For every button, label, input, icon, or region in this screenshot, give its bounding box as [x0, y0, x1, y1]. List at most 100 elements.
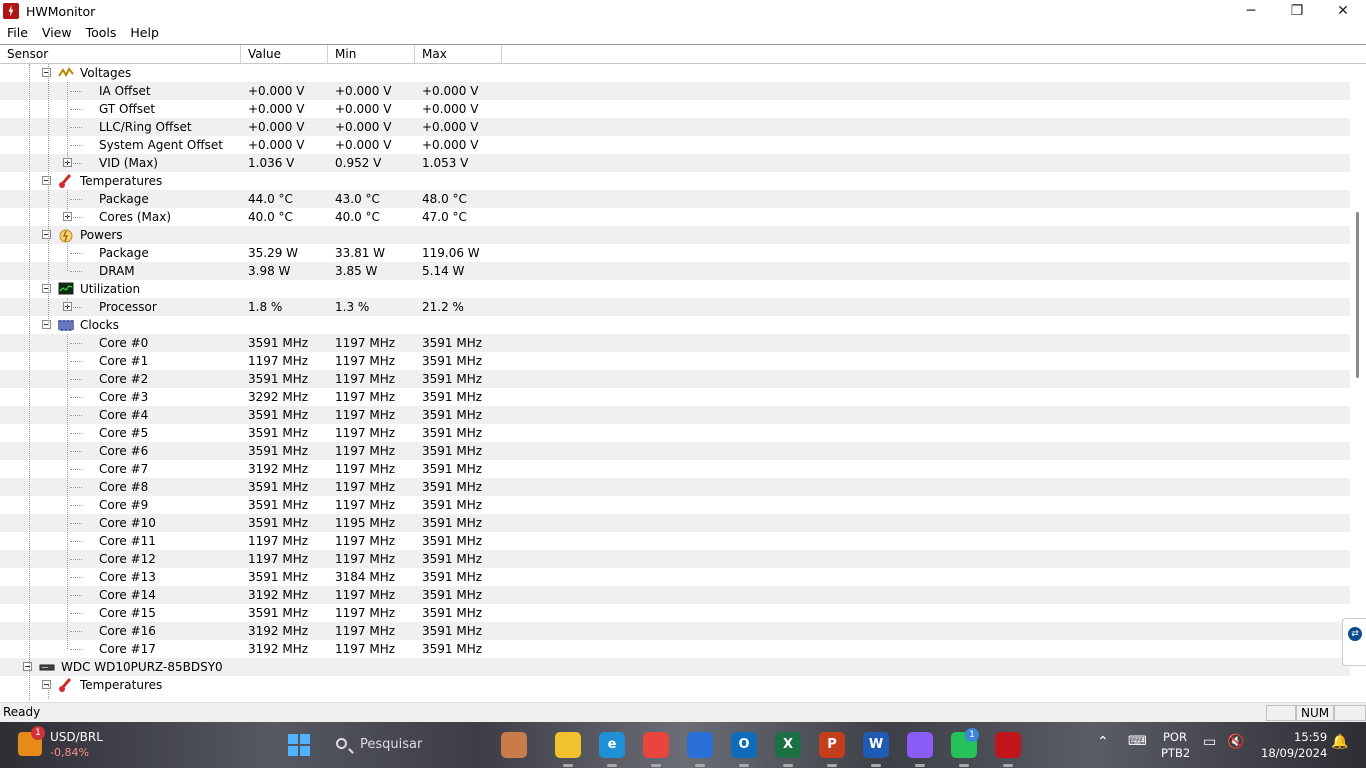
- sensor-label: Core #14: [99, 588, 156, 602]
- tree-group-row[interactable]: Temperatures: [0, 676, 1350, 694]
- app-letter: [907, 732, 933, 758]
- vertical-scrollbar[interactable]: [1350, 64, 1366, 700]
- sensor-max: 119.06 W: [422, 246, 480, 260]
- collapse-icon[interactable]: [42, 68, 51, 77]
- sensor-row[interactable]: Cores (Max) 40.0 °C 40.0 °C 47.0 °C: [0, 208, 1350, 226]
- clock-time[interactable]: 15:59: [1294, 730, 1327, 744]
- collapse-icon[interactable]: [42, 176, 51, 185]
- outlook-icon[interactable]: O: [731, 732, 757, 758]
- collapse-icon[interactable]: [42, 680, 51, 689]
- sensor-row[interactable]: DRAM 3.98 W 3.85 W 5.14 W: [0, 262, 1350, 280]
- window-controls: ─ ❐ ✕: [1228, 0, 1366, 22]
- menu-help[interactable]: Help: [123, 22, 166, 44]
- teamviewer-side-tab[interactable]: ⇄: [1342, 618, 1366, 666]
- column-header-max[interactable]: Max: [415, 45, 502, 63]
- column-header-sensor[interactable]: Sensor: [0, 45, 241, 63]
- sensor-max: 3591 MHz: [422, 498, 483, 512]
- tree-group-row[interactable]: WDC WD10PURZ-85BDSY0: [0, 658, 1350, 676]
- sensor-row[interactable]: Core #14 3192 MHz 1197 MHz 3591 MHz: [0, 586, 1350, 604]
- sensor-row[interactable]: Core #10 3591 MHz 1195 MHz 3591 MHz: [0, 514, 1350, 532]
- sensor-label: Core #16: [99, 624, 156, 638]
- network-icon[interactable]: ▭: [1203, 734, 1216, 750]
- sensor-value: 40.0 °C: [248, 210, 293, 224]
- start-button[interactable]: [288, 734, 310, 756]
- edge-icon[interactable]: e: [599, 732, 625, 758]
- sensor-row[interactable]: Core #7 3192 MHz 1197 MHz 3591 MHz: [0, 460, 1350, 478]
- sensor-row[interactable]: Core #6 3591 MHz 1197 MHz 3591 MHz: [0, 442, 1350, 460]
- scrollbar-thumb[interactable]: [1356, 212, 1359, 378]
- sensor-value: +0.000 V: [248, 120, 305, 134]
- tree-guide-line: [67, 298, 68, 307]
- tree-group-row[interactable]: Voltages: [0, 64, 1350, 82]
- volume-muted-icon[interactable]: 🔇: [1227, 734, 1244, 750]
- sensor-row[interactable]: VID (Max) 1.036 V 0.952 V 1.053 V: [0, 154, 1350, 172]
- minimize-button[interactable]: ─: [1228, 0, 1274, 22]
- copilot-icon[interactable]: [907, 732, 933, 758]
- tree-group-row[interactable]: Clocks: [0, 316, 1350, 334]
- hwmonitor-icon[interactable]: [995, 732, 1021, 758]
- sensor-row[interactable]: GT Offset +0.000 V +0.000 V +0.000 V: [0, 100, 1350, 118]
- collapse-icon[interactable]: [42, 284, 51, 293]
- sensor-row[interactable]: System Agent Offset +0.000 V +0.000 V +0.00…: [0, 136, 1350, 154]
- tree-group-row[interactable]: Utilization: [0, 280, 1350, 298]
- sensor-value: 3292 MHz: [248, 390, 309, 404]
- tree-guide-line: [67, 244, 68, 271]
- menu-tools[interactable]: Tools: [79, 22, 124, 44]
- file-explorer-icon[interactable]: [555, 732, 581, 758]
- notification-bell-icon[interactable]: 🔔: [1331, 734, 1348, 750]
- sensor-row[interactable]: Core #13 3591 MHz 3184 MHz 3591 MHz: [0, 568, 1350, 586]
- stock-widget[interactable]: 1 USD/BRL -0,84%: [16, 726, 176, 762]
- menu-file[interactable]: File: [0, 22, 35, 44]
- powerpoint-icon[interactable]: P: [819, 732, 845, 758]
- sensor-max: 3591 MHz: [422, 426, 483, 440]
- close-button[interactable]: ✕: [1320, 0, 1366, 22]
- word-icon[interactable]: W: [863, 732, 889, 758]
- excel-icon[interactable]: X: [775, 732, 801, 758]
- maximize-button[interactable]: ❐: [1274, 0, 1320, 22]
- sensor-label: Core #1: [99, 354, 149, 368]
- sensor-row[interactable]: Core #8 3591 MHz 1197 MHz 3591 MHz: [0, 478, 1350, 496]
- sensor-value: 3591 MHz: [248, 444, 309, 458]
- sensor-label: Core #9: [99, 498, 149, 512]
- keyboard-layout-indicator[interactable]: PTB2: [1161, 746, 1190, 760]
- sensor-row[interactable]: Core #17 3192 MHz 1197 MHz 3591 MHz: [0, 640, 1350, 658]
- sensor-row[interactable]: Core #16 3192 MHz 1197 MHz 3591 MHz: [0, 622, 1350, 640]
- column-header-min[interactable]: Min: [328, 45, 415, 63]
- sensor-row[interactable]: Core #1 1197 MHz 1197 MHz 3591 MHz: [0, 352, 1350, 370]
- sensor-row[interactable]: Core #5 3591 MHz 1197 MHz 3591 MHz: [0, 424, 1350, 442]
- column-header-value[interactable]: Value: [241, 45, 328, 63]
- language-indicator[interactable]: POR: [1163, 730, 1187, 744]
- collapse-icon[interactable]: [23, 662, 32, 671]
- sensor-row[interactable]: Core #4 3591 MHz 1197 MHz 3591 MHz: [0, 406, 1350, 424]
- tree-group-row[interactable]: Powers: [0, 226, 1350, 244]
- sensor-row[interactable]: IA Offset +0.000 V +0.000 V +0.000 V: [0, 82, 1350, 100]
- sensor-row[interactable]: Core #9 3591 MHz 1197 MHz 3591 MHz: [0, 496, 1350, 514]
- collapse-icon[interactable]: [42, 320, 51, 329]
- chrome-icon[interactable]: [643, 732, 669, 758]
- sensor-max: 3591 MHz: [422, 480, 483, 494]
- sensor-row[interactable]: Core #2 3591 MHz 1197 MHz 3591 MHz: [0, 370, 1350, 388]
- character-app-icon[interactable]: [501, 732, 527, 758]
- sensor-row[interactable]: Core #0 3591 MHz 1197 MHz 3591 MHz: [0, 334, 1350, 352]
- sensor-row[interactable]: Core #12 1197 MHz 1197 MHz 3591 MHz: [0, 550, 1350, 568]
- chevron-up-icon[interactable]: ⌃: [1097, 734, 1109, 750]
- windows-logo-pane: [300, 746, 310, 756]
- keyboard-icon[interactable]: ⌨: [1128, 734, 1147, 749]
- sensor-row[interactable]: Package 35.29 W 33.81 W 119.06 W: [0, 244, 1350, 262]
- sensor-row[interactable]: Processor 1.8 % 1.3 % 21.2 %: [0, 298, 1350, 316]
- clock-date[interactable]: 18/09/2024: [1261, 746, 1327, 760]
- sensor-row[interactable]: LLC/Ring Offset +0.000 V +0.000 V +0.000 V: [0, 118, 1350, 136]
- voltage-icon: [58, 65, 74, 81]
- sensor-row[interactable]: Core #15 3591 MHz 1197 MHz 3591 MHz: [0, 604, 1350, 622]
- tree-connector: [70, 199, 82, 200]
- store-icon[interactable]: [687, 732, 713, 758]
- sensor-row[interactable]: Package 44.0 °C 43.0 °C 48.0 °C: [0, 190, 1350, 208]
- collapse-icon[interactable]: [42, 230, 51, 239]
- sensor-row[interactable]: Core #3 3292 MHz 1197 MHz 3591 MHz: [0, 388, 1350, 406]
- sensor-value: 3591 MHz: [248, 408, 309, 422]
- running-indicator: [607, 764, 617, 767]
- menu-view[interactable]: View: [35, 22, 79, 44]
- sensor-row[interactable]: Core #11 1197 MHz 1197 MHz 3591 MHz: [0, 532, 1350, 550]
- taskbar-search[interactable]: Pesquisar: [332, 730, 472, 760]
- tree-group-row[interactable]: Temperatures: [0, 172, 1350, 190]
